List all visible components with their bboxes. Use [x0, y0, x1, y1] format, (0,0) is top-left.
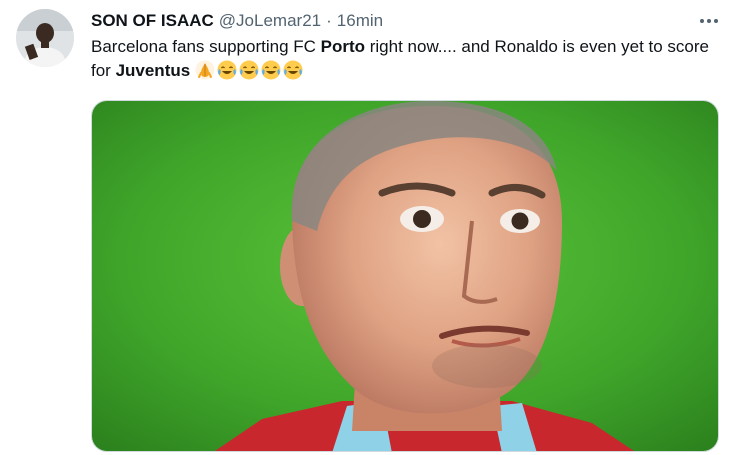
joy-emoji: [283, 60, 303, 80]
more-horizontal-icon[interactable]: [696, 9, 722, 33]
tweet-text-bold-porto: Porto: [320, 37, 366, 56]
media-photo: [92, 101, 718, 451]
display-name[interactable]: SON OF ISAAC: [91, 9, 214, 33]
tweet-text-bold-juventus: Juventus: [115, 61, 191, 80]
avatar-image: [16, 9, 74, 67]
avatar[interactable]: [16, 9, 74, 67]
tweet-header: SON OF ISAAC @JoLemar21 · 16min: [91, 9, 722, 33]
tweet-text-part1: Barcelona fans supporting FC: [91, 37, 321, 56]
tweet-text: Barcelona fans supporting FC Porto right…: [91, 35, 711, 83]
praying-hands-emoji: [195, 60, 215, 80]
joy-emoji: [261, 60, 281, 80]
timestamp[interactable]: 16min: [337, 9, 383, 33]
separator-dot: ·: [326, 11, 332, 30]
tweet-media-image[interactable]: [91, 100, 719, 452]
joy-emoji: [239, 60, 259, 80]
joy-emoji: [217, 60, 237, 80]
tweet-content: SON OF ISAAC @JoLemar21 · 16min Barcelon…: [91, 9, 722, 83]
user-handle[interactable]: @JoLemar21: [219, 9, 321, 33]
tweet[interactable]: SON OF ISAAC @JoLemar21 · 16min Barcelon…: [0, 0, 740, 455]
